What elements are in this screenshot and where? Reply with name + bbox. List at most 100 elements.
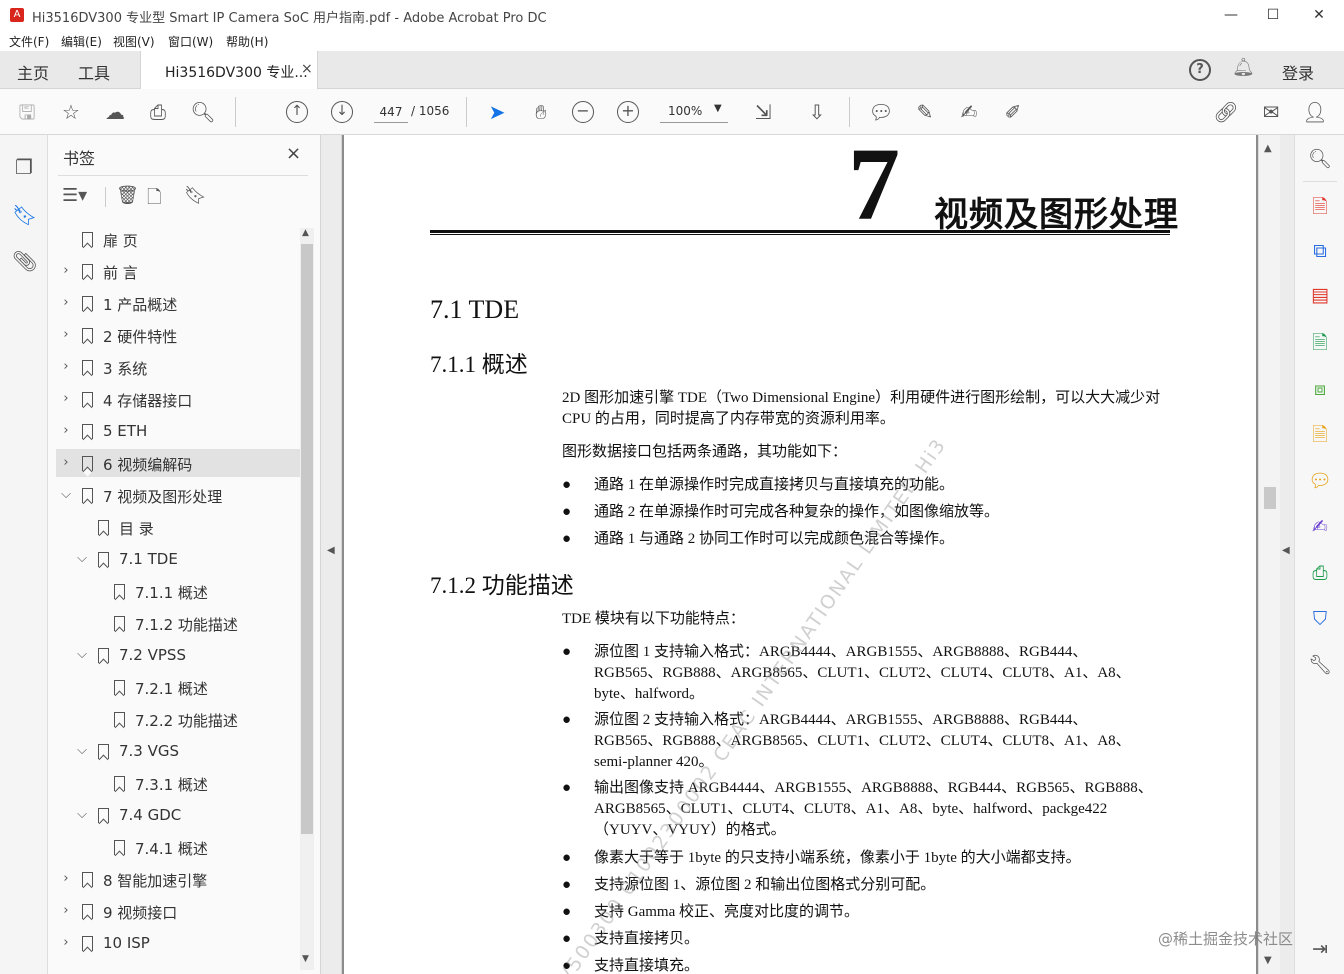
maximize-button[interactable]: ☐ [1250, 0, 1296, 30]
page-thumbnails-icon[interactable]: ❐ [12, 155, 36, 179]
chevron-right-icon[interactable]: › [60, 455, 72, 470]
organize-pages-icon[interactable]: ▤ [1308, 283, 1332, 307]
bookmark-item[interactable]: 扉 页 [56, 225, 300, 253]
export-pdf-icon[interactable]: 🗎 [1308, 331, 1332, 355]
menu-file[interactable]: 文件(F) [9, 33, 49, 50]
collapse-left-icon[interactable]: ◀ [327, 545, 335, 556]
zoom-out-icon[interactable]: − [572, 101, 594, 123]
bookmark-item[interactable]: › 前 言 [56, 257, 300, 285]
bookmark-item[interactable]: › 9 视频接口 [56, 897, 300, 925]
page-fit-icon[interactable]: ⇲ [750, 99, 776, 125]
panel-splitter[interactable]: ◀ [320, 135, 342, 974]
chevron-right-icon[interactable]: › [60, 903, 72, 918]
close-panel-icon[interactable]: × [286, 143, 301, 164]
create-pdf-icon[interactable]: 🗎 [1308, 195, 1332, 219]
share-link-icon[interactable]: 🔗︎ [1213, 99, 1239, 125]
draw-icon[interactable]: ✍︎ [956, 99, 982, 125]
bookmark-item[interactable]: › 3 系统 [56, 353, 300, 381]
bookmark-item[interactable]: 7.2.1 概述 [56, 673, 300, 701]
exit-icon[interactable]: ⇥ [1308, 937, 1332, 961]
document-scrollbar[interactable]: ▲ ▼ [1258, 135, 1280, 974]
protect-shield-icon[interactable]: ⛉ [1308, 607, 1332, 631]
signin-link[interactable]: 登录 [1282, 60, 1314, 84]
add-user-icon[interactable]: 👤︎ [1302, 99, 1328, 125]
menu-help[interactable]: 帮助(H) [226, 33, 268, 50]
more-tools-icon[interactable]: 🔧︎ [1308, 653, 1332, 677]
bookmark-item[interactable]: › 4 存储器接口 [56, 385, 300, 413]
scroll-up-icon[interactable]: ▲ [1264, 143, 1272, 154]
notification-bell-icon[interactable]: 🔔︎ [1232, 57, 1255, 78]
bookmark-item[interactable]: ⌵ 7.3 VGS [56, 737, 300, 765]
bookmark-item[interactable]: ⌵ 7.2 VPSS [56, 641, 300, 669]
bookmark-item[interactable]: ⌵ 7 视频及图形处理 [56, 481, 300, 509]
zoom-in-icon[interactable]: + [617, 101, 639, 123]
bookmarks-scroll-thumb[interactable] [301, 244, 313, 834]
bookmark-item[interactable]: 7.1.1 概述 [56, 577, 300, 605]
bookmark-item[interactable]: › 10 ISP [56, 929, 300, 957]
print-icon[interactable]: ⎙ [145, 99, 171, 125]
bookmark-item[interactable]: 7.3.1 概述 [56, 769, 300, 797]
bookmark-star-icon[interactable]: ☆ [58, 99, 84, 125]
scroll-mode-icon[interactable]: ⇩ [804, 99, 830, 125]
page-number-input[interactable] [374, 101, 408, 123]
new-bookmark-icon[interactable]: 🗋 [147, 185, 161, 215]
fill-and-sign-icon[interactable]: ✍︎ [1308, 515, 1332, 539]
chevron-down-icon[interactable]: ⌵ [60, 487, 72, 502]
chevron-right-icon[interactable]: › [60, 359, 72, 374]
chevron-right-icon[interactable]: › [60, 391, 72, 406]
chevron-down-icon[interactable]: ⌵ [76, 647, 88, 662]
previous-page-icon[interactable]: ↑ [286, 101, 308, 123]
upload-cloud-icon[interactable]: ☁︎ [102, 99, 128, 125]
scan-ocr-icon[interactable]: ⎙ [1308, 561, 1332, 585]
bookmark-item[interactable]: ⌵ 7.1 TDE [56, 545, 300, 573]
chevron-right-icon[interactable]: › [60, 423, 72, 438]
bookmark-item[interactable]: › 5 ETH [56, 417, 300, 445]
bookmark-item[interactable]: 7.1.2 功能描述 [56, 609, 300, 637]
tab-home[interactable]: 主页 [17, 60, 49, 84]
chevron-right-icon[interactable]: › [60, 295, 72, 310]
bookmark-item[interactable]: › 8 智能加速引擎 [56, 865, 300, 893]
request-signature-icon[interactable]: 🗎 [1308, 423, 1332, 447]
close-tab-icon[interactable]: × [301, 61, 313, 77]
chevron-right-icon[interactable]: › [60, 871, 72, 886]
minimize-button[interactable]: — [1208, 0, 1254, 30]
bookmarks-icon[interactable]: 🔖︎ [12, 203, 37, 227]
close-window-button[interactable]: ✕ [1296, 0, 1342, 30]
hand-tool-icon[interactable]: ✋︎ [528, 99, 554, 125]
chevron-right-icon[interactable]: › [60, 935, 72, 950]
expand-right-icon[interactable]: ◀ [1282, 545, 1290, 556]
scroll-down-icon[interactable]: ▼ [1264, 955, 1272, 966]
chevron-down-icon[interactable]: ⌵ [76, 807, 88, 822]
bookmark-item[interactable]: 目 录 [56, 513, 300, 541]
menu-edit[interactable]: 编辑(E) [61, 33, 102, 50]
save-icon[interactable]: 🖫︎ [14, 99, 40, 125]
comment-tool-icon[interactable]: 💬︎ [1308, 469, 1332, 493]
chevron-down-icon[interactable]: ⌵ [76, 551, 88, 566]
bookmark-item[interactable]: ⌵ 7.4 GDC [56, 801, 300, 829]
edit-pdf-icon[interactable]: ⧈ [1308, 377, 1332, 401]
bookmark-item[interactable]: › 1 产品概述 [56, 289, 300, 317]
comment-icon[interactable]: 💬︎ [868, 99, 894, 125]
highlight-pen-icon[interactable]: ✎ [912, 99, 938, 125]
zoom-select[interactable]: 100% ▼ [660, 101, 728, 123]
delete-bookmark-icon[interactable]: 🗑︎ [116, 185, 139, 206]
help-icon[interactable]: ? [1189, 59, 1211, 81]
fill-sign-icon[interactable]: ✐ [1000, 99, 1026, 125]
document-scroll-thumb[interactable] [1264, 487, 1276, 509]
attachments-icon[interactable]: 📎︎ [12, 249, 37, 273]
chevron-down-icon[interactable]: ⌵ [76, 743, 88, 758]
bookmark-item[interactable]: › 6 视频编解码 [56, 449, 300, 477]
chevron-right-icon[interactable]: › [60, 263, 72, 278]
bookmark-item[interactable]: 7.4.1 概述 [56, 833, 300, 861]
bookmark-item[interactable]: 7.2.2 功能描述 [56, 705, 300, 733]
search-icon[interactable]: 🔍︎ [190, 99, 216, 125]
zoom-search-icon[interactable]: 🔍︎ [1308, 147, 1332, 171]
next-page-icon[interactable]: ↓ [331, 101, 353, 123]
tab-document[interactable]: Hi3516DV300 专业... × [140, 51, 318, 89]
bookmark-options-icon[interactable]: ☰▾ [62, 185, 87, 206]
chevron-right-icon[interactable]: › [60, 327, 72, 342]
email-icon[interactable]: ✉ [1258, 99, 1284, 125]
menu-window[interactable]: 窗口(W) [168, 33, 213, 50]
menu-view[interactable]: 视图(V) [113, 33, 155, 50]
bookmark-item[interactable]: › 2 硬件特性 [56, 321, 300, 349]
